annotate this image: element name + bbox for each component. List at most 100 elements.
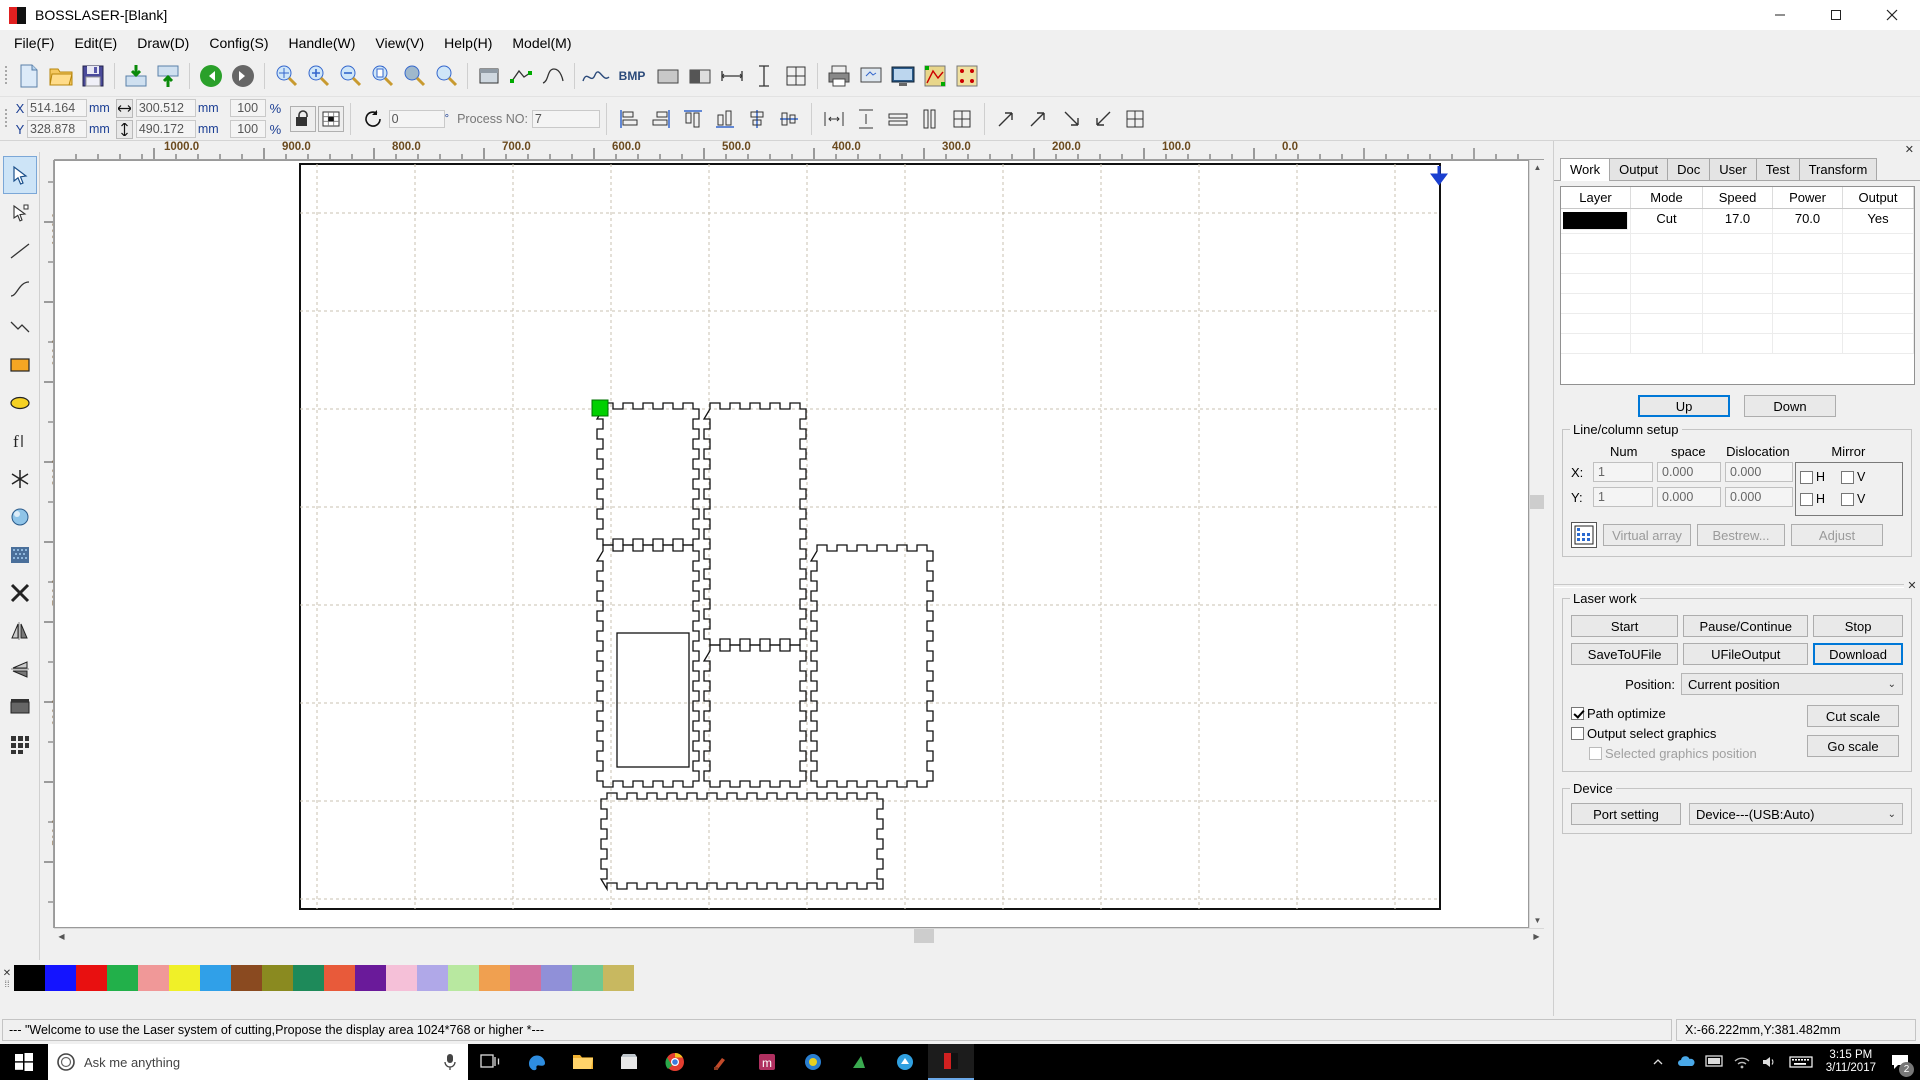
palette-swatch[interactable] xyxy=(479,965,510,991)
align-bottom-icon[interactable] xyxy=(709,103,741,135)
mirror-y-h-checkbox[interactable] xyxy=(1800,492,1813,506)
save-to-ufile-button[interactable]: SaveToUFile xyxy=(1571,643,1679,665)
same-width-icon[interactable] xyxy=(882,103,914,135)
scroll-right-button[interactable]: ▶ xyxy=(1529,929,1544,944)
file-explorer-icon[interactable] xyxy=(560,1044,606,1080)
paint-icon[interactable] xyxy=(698,1044,744,1080)
adjust-button[interactable]: Adjust xyxy=(1791,524,1883,546)
download-button[interactable]: Download xyxy=(1813,643,1903,665)
same-size-icon[interactable] xyxy=(946,103,978,135)
palette-grip[interactable]: ⁞⁞ xyxy=(4,979,9,989)
mirror-x-v-checkbox[interactable] xyxy=(1841,470,1855,484)
align-top-icon[interactable] xyxy=(677,103,709,135)
distribute-v-icon[interactable] xyxy=(850,103,882,135)
array-icon[interactable] xyxy=(951,60,983,92)
x-position-input[interactable]: 514.164 xyxy=(27,99,87,117)
canvas-drawing[interactable] xyxy=(55,161,1529,928)
canvas-vertical-scrollbar[interactable]: ▲ ▼ xyxy=(1529,160,1545,928)
palette-swatch[interactable] xyxy=(603,965,634,991)
vertical-scroll-thumb[interactable] xyxy=(1530,495,1544,509)
bestrew-button[interactable]: Bestrew... xyxy=(1697,524,1785,546)
palette-swatch[interactable] xyxy=(76,965,107,991)
open-folder-icon[interactable] xyxy=(45,60,77,92)
design-canvas[interactable] xyxy=(54,160,1529,928)
y-dislocation-input[interactable]: 0.000 xyxy=(1725,487,1793,507)
save-icon[interactable] xyxy=(77,60,109,92)
align-right-icon[interactable] xyxy=(645,103,677,135)
text-tool[interactable]: f xyxy=(3,422,37,460)
zoom-page-icon[interactable] xyxy=(366,60,398,92)
array-top-left-icon[interactable] xyxy=(991,103,1023,135)
zoom-out-icon[interactable] xyxy=(334,60,366,92)
ellipse-tool[interactable] xyxy=(3,384,37,422)
tab-user[interactable]: User xyxy=(1709,158,1757,180)
tab-work[interactable]: Work xyxy=(1560,158,1611,181)
rotate-icon[interactable] xyxy=(357,103,389,135)
layer-table[interactable]: Layer Mode Speed Power Output Cut 17.0 7… xyxy=(1560,186,1915,385)
x-dislocation-input[interactable]: 0.000 xyxy=(1725,462,1793,482)
cell-output[interactable]: Yes xyxy=(1843,209,1914,234)
wave-icon[interactable] xyxy=(580,60,612,92)
microphone-icon[interactable] xyxy=(442,1053,458,1071)
polyline-tool[interactable] xyxy=(3,270,37,308)
palette-close-icon[interactable]: ✕ xyxy=(3,968,11,979)
palette-swatch[interactable] xyxy=(448,965,479,991)
go-scale-button[interactable]: Go scale xyxy=(1807,735,1899,757)
media-icon[interactable] xyxy=(790,1044,836,1080)
start-button[interactable]: Start xyxy=(1571,615,1679,637)
line-tool[interactable] xyxy=(3,232,37,270)
menu-edit[interactable]: Edit(E) xyxy=(64,31,127,55)
edge-icon[interactable] xyxy=(514,1044,560,1080)
height-arrow-icon[interactable] xyxy=(115,119,133,139)
vertical-dimension-icon[interactable] xyxy=(748,60,780,92)
grid-align-icon[interactable] xyxy=(780,60,812,92)
cloud-icon[interactable] xyxy=(1672,1044,1700,1080)
palette-swatch[interactable] xyxy=(293,965,324,991)
invert-icon[interactable] xyxy=(684,60,716,92)
stop-button[interactable]: Stop xyxy=(1813,615,1903,637)
tab-doc[interactable]: Doc xyxy=(1667,158,1711,180)
array-bottom-left-icon[interactable] xyxy=(1055,103,1087,135)
align-center-h-icon[interactable] xyxy=(741,103,773,135)
palette-swatch[interactable] xyxy=(107,965,138,991)
ufile-output-button[interactable]: UFileOutput xyxy=(1683,643,1809,665)
align-center-v-icon[interactable] xyxy=(773,103,805,135)
bitmap-tool[interactable] xyxy=(3,536,37,574)
cell-speed[interactable]: 17.0 xyxy=(1703,209,1773,234)
curve-icon[interactable] xyxy=(537,60,569,92)
chevron-up-icon[interactable] xyxy=(1644,1044,1672,1080)
same-height-icon[interactable] xyxy=(914,103,946,135)
simulate-icon[interactable] xyxy=(887,60,919,92)
export-icon[interactable] xyxy=(152,60,184,92)
start-button-icon[interactable] xyxy=(0,1044,48,1080)
bmp-icon[interactable]: BMP xyxy=(612,60,652,92)
task-view-icon[interactable] xyxy=(468,1044,514,1080)
path-optimize-checkbox[interactable] xyxy=(1571,706,1584,720)
menu-file[interactable]: File(F) xyxy=(4,31,64,55)
star-tool[interactable] xyxy=(3,460,37,498)
menu-handle[interactable]: Handle(W) xyxy=(278,31,365,55)
keyboard-icon[interactable] xyxy=(1784,1044,1818,1080)
mirror-x-h-checkbox[interactable] xyxy=(1800,470,1813,484)
chevron-down-icon[interactable]: ⌄ xyxy=(1888,809,1896,820)
device-select[interactable]: Device---(USB:Auto) ⌄ xyxy=(1689,803,1903,825)
scroll-down-button[interactable]: ▼ xyxy=(1530,913,1545,928)
array-tool[interactable] xyxy=(3,726,37,764)
horizontal-scroll-thumb[interactable] xyxy=(914,929,934,943)
rectangle-tool[interactable] xyxy=(3,346,37,384)
volume-icon[interactable] xyxy=(1756,1044,1784,1080)
scroll-left-button[interactable]: ◀ xyxy=(54,929,69,944)
virtual-array-button[interactable]: Virtual array xyxy=(1603,524,1691,546)
toolbar-grip[interactable] xyxy=(3,63,10,89)
undo-icon[interactable] xyxy=(195,60,227,92)
capture-tool[interactable] xyxy=(3,498,37,536)
select-arrow-tool[interactable] xyxy=(2,156,37,194)
app-green-icon[interactable] xyxy=(836,1044,882,1080)
palette-swatch[interactable] xyxy=(386,965,417,991)
menu-view[interactable]: View(V) xyxy=(365,31,434,55)
palette-swatch[interactable] xyxy=(45,965,76,991)
array-grid-icon[interactable] xyxy=(1119,103,1151,135)
palette-swatch[interactable] xyxy=(14,965,45,991)
node-edit-icon[interactable] xyxy=(505,60,537,92)
palette-swatch[interactable] xyxy=(510,965,541,991)
